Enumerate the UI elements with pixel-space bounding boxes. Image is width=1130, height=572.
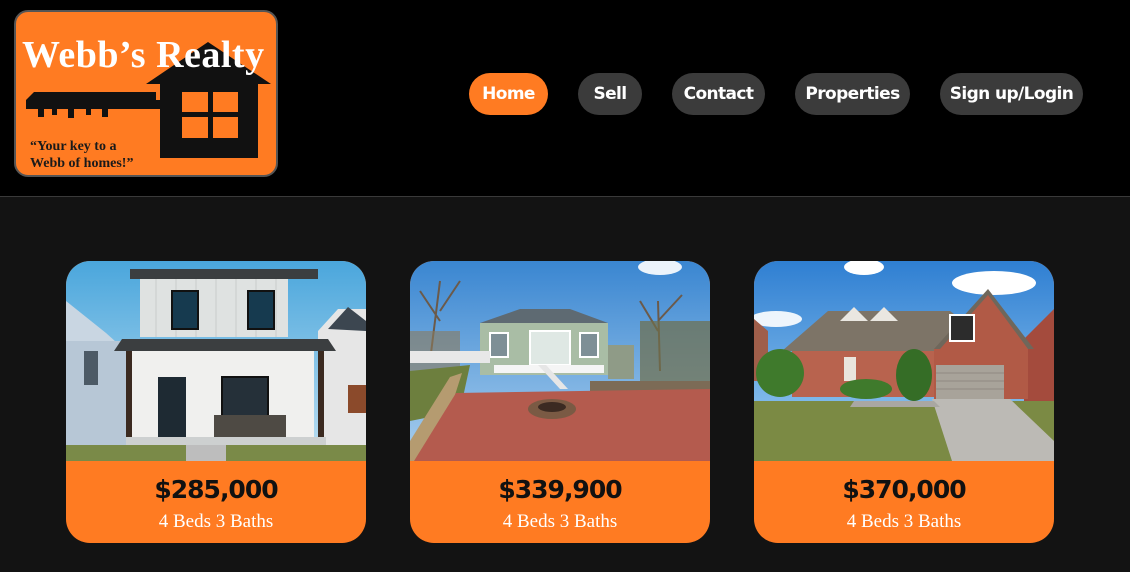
listing-card[interactable]: $370,000 4 Beds 3 Baths: [754, 261, 1054, 543]
main-nav: Home Sell Contact Properties Sign up/Log…: [0, 73, 1130, 115]
nav-sell-button[interactable]: Sell: [578, 73, 642, 115]
nav-signup-login-button[interactable]: Sign up/Login: [940, 73, 1083, 115]
listing-details: 4 Beds 3 Baths: [846, 511, 962, 532]
white-board-and-batten-house-photo: [66, 261, 366, 461]
logo-tagline-line1: “Your key to a: [30, 139, 117, 154]
listing-price: $285,000: [154, 475, 278, 504]
nav-home-button[interactable]: Home: [469, 73, 548, 115]
listing-details: 4 Beds 3 Baths: [502, 511, 618, 532]
listing-card[interactable]: $339,900 4 Beds 3 Baths: [410, 261, 710, 543]
logo-tagline-line2: Webb of homes!”: [30, 156, 134, 171]
brick-house-with-garage-photo: [754, 261, 1054, 461]
listing-details: 4 Beds 3 Baths: [158, 511, 274, 532]
listing-card[interactable]: $285,000 4 Beds 3 Baths: [66, 261, 366, 543]
nav-properties-button[interactable]: Properties: [795, 73, 910, 115]
green-house-with-brick-patio-photo: [410, 261, 710, 461]
nav-contact-button[interactable]: Contact: [672, 73, 765, 115]
listing-price: $370,000: [842, 475, 966, 504]
site-header: Webb’s Realty “Your key to a Webb of hom…: [0, 0, 1130, 197]
listing-price: $339,900: [498, 475, 622, 504]
logo-title: Webb’s Realty: [22, 34, 265, 76]
logo-tagline: “Your key to a Webb of homes!”: [30, 138, 170, 172]
